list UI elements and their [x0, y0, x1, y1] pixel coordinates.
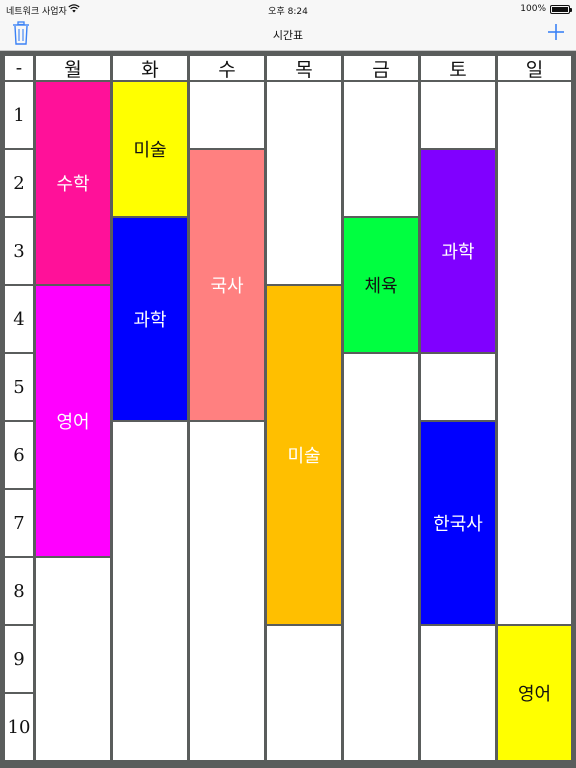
day-header: 화	[113, 56, 187, 81]
period-label: 5	[5, 354, 33, 420]
course-block[interactable]: 과학	[421, 150, 495, 352]
timetable-grid: - 월 화 수 목 금 토 일 1 2 3 4 5 6 7 8 9 10 수학 영어 미술 과학 국사 미술 체육 과학 한국사 영어	[0, 51, 576, 768]
empty-slot[interactable]	[421, 626, 495, 760]
course-name: 체육	[364, 276, 398, 297]
plus-icon[interactable]	[544, 20, 568, 44]
empty-slot[interactable]	[421, 354, 495, 420]
course-block[interactable]: 한국사	[421, 422, 495, 624]
battery-status: 100%	[520, 4, 572, 14]
period-label: 6	[5, 422, 33, 488]
course-block[interactable]: 영어	[36, 286, 110, 556]
day-header: 수	[190, 56, 264, 81]
period-label: 4	[5, 286, 33, 352]
course-block[interactable]: 과학	[113, 218, 187, 420]
period-label: 9	[5, 626, 33, 692]
period-label: 10	[5, 694, 33, 760]
empty-slot[interactable]	[190, 422, 264, 760]
empty-slot[interactable]	[267, 626, 341, 760]
course-name: 영어	[517, 684, 552, 705]
day-header: 일	[498, 56, 571, 81]
course-block[interactable]: 체육	[344, 218, 418, 352]
day-header: 토	[421, 56, 495, 81]
day-header: 금	[344, 56, 418, 81]
course-name: 수학	[56, 174, 90, 195]
page-title: 시간표	[272, 29, 304, 42]
period-label: 7	[5, 490, 33, 556]
course-name: 영어	[56, 412, 90, 433]
course-block[interactable]: 영어	[498, 626, 571, 760]
empty-slot[interactable]	[36, 558, 110, 760]
course-block[interactable]: 미술	[267, 286, 341, 624]
status-bar: 네트워크 사업자 오후 8:24 100%	[0, 0, 576, 18]
course-block[interactable]: 수학	[36, 82, 110, 284]
course-block[interactable]: 미술	[113, 82, 187, 216]
course-name: 과학	[133, 310, 167, 331]
empty-slot[interactable]	[267, 82, 341, 284]
empty-slot[interactable]	[344, 354, 418, 760]
day-header: 월	[36, 56, 110, 81]
empty-slot[interactable]	[498, 82, 571, 624]
course-name: 미술	[287, 446, 321, 467]
empty-slot[interactable]	[113, 422, 187, 760]
period-label: 1	[5, 82, 33, 148]
corner-cell: -	[5, 56, 33, 80]
battery-icon	[550, 4, 572, 14]
day-header: 목	[267, 56, 341, 81]
period-label: 3	[5, 218, 33, 284]
course-name: 한국사	[433, 514, 483, 535]
period-label: 8	[5, 558, 33, 624]
period-label: 2	[5, 150, 33, 216]
empty-slot[interactable]	[190, 82, 264, 148]
navigation-bar: 시간표	[0, 18, 576, 51]
course-name: 국사	[210, 276, 244, 297]
clock-label: 오후 8:24	[268, 7, 308, 17]
battery-percent: 100%	[520, 4, 546, 14]
empty-slot[interactable]	[421, 82, 495, 148]
course-block[interactable]: 국사	[190, 150, 264, 420]
course-name: 과학	[441, 242, 475, 263]
empty-slot[interactable]	[344, 82, 418, 216]
course-name: 미술	[133, 140, 167, 161]
